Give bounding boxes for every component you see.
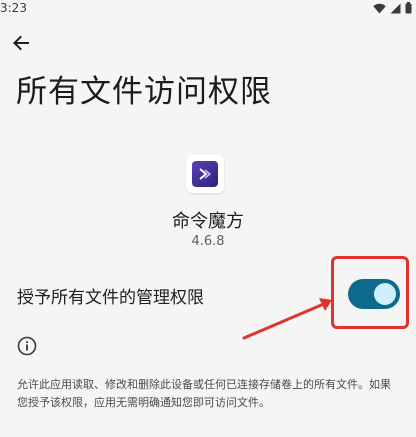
permission-label: 授予所有文件的管理权限 <box>17 288 204 308</box>
back-button[interactable] <box>8 32 34 58</box>
wifi-icon <box>373 3 386 14</box>
battery-icon <box>405 2 412 14</box>
permission-toggle-switch[interactable] <box>348 279 400 309</box>
permission-description: 允许此应用读取、修改和删除此设备或任何已连接存储卷上的所有文件。如果您授予该权限… <box>17 378 391 409</box>
status-bar: 3:23 <box>0 0 416 20</box>
app-name: 命令魔方 <box>172 211 244 232</box>
toggle-thumb <box>374 283 396 305</box>
permission-toggle-row[interactable]: 授予所有文件的管理权限 <box>0 272 416 316</box>
app-version: 4.6.8 <box>191 234 225 249</box>
app-icon <box>186 155 224 193</box>
app-icon-graphic <box>192 161 218 187</box>
status-time: 3:23 <box>0 1 27 15</box>
page-title: 所有文件访问权限 <box>16 74 272 110</box>
arrow-back-icon <box>12 34 30 56</box>
info-icon <box>16 335 38 357</box>
status-icons <box>373 2 412 14</box>
signal-icon <box>390 3 401 14</box>
